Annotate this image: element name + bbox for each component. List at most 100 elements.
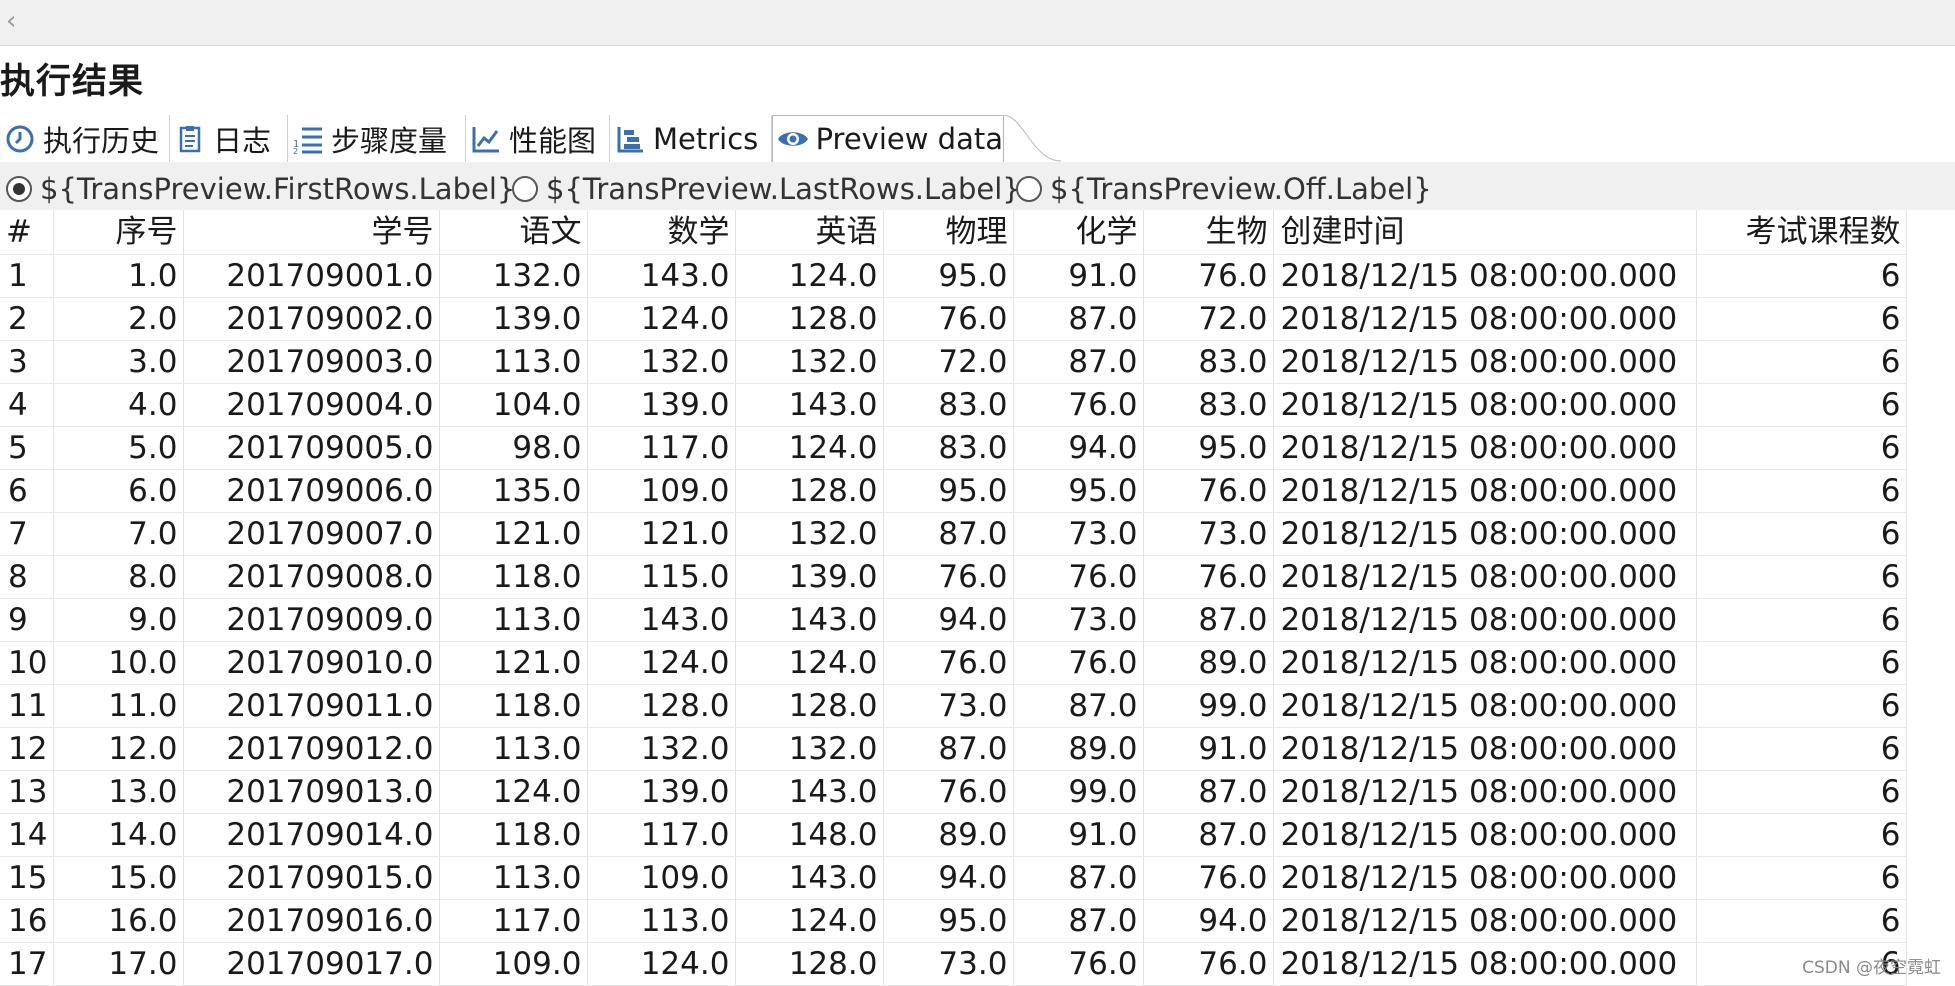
table-cell[interactable]: 3.0 [53,340,185,384]
table-cell[interactable]: 201709011.0 [183,684,441,728]
table-cell[interactable]: 2018/12/15 08:00:00.000 [1273,512,1698,556]
table-cell[interactable]: 132.0 [735,512,885,556]
tab-step-metrics[interactable]: 12 步骤度量 [288,115,466,162]
table-cell[interactable]: 5 [0,426,55,470]
table-cell[interactable]: 99.0 [1143,684,1275,728]
table-cell[interactable]: 6 [1696,770,1908,814]
table-cell[interactable]: 6 [1696,383,1908,427]
table-cell[interactable]: 2018/12/15 08:00:00.000 [1273,770,1698,814]
table-cell[interactable]: 89.0 [1143,641,1275,685]
table-cell[interactable]: 2018/12/15 08:00:00.000 [1273,942,1698,986]
table-cell[interactable]: 124.0 [587,297,737,341]
table-cell[interactable]: 109.0 [439,942,589,986]
table-cell[interactable]: 76.0 [1013,555,1145,599]
table-cell[interactable]: 76.0 [883,641,1015,685]
table-cell[interactable]: 14 [0,813,55,857]
table-cell[interactable]: 132.0 [587,340,737,384]
radio-icon[interactable] [6,176,32,202]
table-cell[interactable]: 1.0 [53,254,185,298]
table-cell[interactable]: 124.0 [735,254,885,298]
table-cell[interactable]: 201709005.0 [183,426,441,470]
table-cell[interactable]: 2018/12/15 08:00:00.000 [1273,598,1698,642]
table-cell[interactable]: 201709002.0 [183,297,441,341]
table-cell[interactable]: 76.0 [1143,254,1275,298]
table-cell[interactable]: 94.0 [883,856,1015,900]
table-cell[interactable]: 4.0 [53,383,185,427]
table-cell[interactable]: 118.0 [439,684,589,728]
table-cell[interactable]: 128.0 [735,469,885,513]
table-cell[interactable]: 9 [0,598,55,642]
table-cell[interactable]: 2018/12/15 08:00:00.000 [1273,555,1698,599]
table-cell[interactable]: 6 [1696,297,1908,341]
table-row[interactable]: 16 16.0 201709016.0 117.0 113.0 124.0 95.0 87.0… [0,899,1908,943]
table-cell[interactable]: 201709013.0 [183,770,441,814]
table-cell[interactable]: 2018/12/15 08:00:00.000 [1273,254,1698,298]
table-cell[interactable]: 87.0 [883,512,1015,556]
column-header[interactable]: 学号 [183,210,441,255]
table-cell[interactable]: 2018/12/15 08:00:00.000 [1273,684,1698,728]
table-cell[interactable]: 76.0 [883,297,1015,341]
table-cell[interactable]: 143.0 [735,770,885,814]
table-cell[interactable]: 6 [1696,512,1908,556]
table-cell[interactable]: 10 [0,641,55,685]
table-cell[interactable]: 98.0 [439,426,589,470]
table-cell[interactable]: 113.0 [439,340,589,384]
table-cell[interactable]: 113.0 [439,727,589,771]
table-cell[interactable]: 128.0 [735,297,885,341]
table-cell[interactable]: 124.0 [735,426,885,470]
table-cell[interactable]: 9.0 [53,598,185,642]
table-cell[interactable]: 94.0 [1143,899,1275,943]
table-cell[interactable]: 89.0 [1013,727,1145,771]
table-cell[interactable]: 76.0 [883,770,1015,814]
table-cell[interactable]: 113.0 [587,899,737,943]
table-cell[interactable]: 8 [0,555,55,599]
table-row[interactable]: 1 1.0 201709001.0 132.0 143.0 124.0 95.0 91.0 76… [0,254,1908,298]
table-cell[interactable]: 16 [0,899,55,943]
table-cell[interactable]: 2018/12/15 08:00:00.000 [1273,340,1698,384]
table-cell[interactable]: 109.0 [587,856,737,900]
table-cell[interactable]: 2018/12/15 08:00:00.000 [1273,813,1698,857]
table-cell[interactable]: 201709015.0 [183,856,441,900]
table-cell[interactable]: 2018/12/15 08:00:00.000 [1273,727,1698,771]
table-cell[interactable]: 117.0 [587,813,737,857]
table-row[interactable]: 15 15.0 201709015.0 113.0 109.0 143.0 94.0 87.0… [0,856,1908,900]
table-cell[interactable]: 121.0 [439,512,589,556]
table-cell[interactable]: 91.0 [1013,813,1145,857]
table-cell[interactable]: 87.0 [1143,813,1275,857]
table-cell[interactable]: 135.0 [439,469,589,513]
table-row[interactable]: 14 14.0 201709014.0 118.0 117.0 148.0 89.0 91.0… [0,813,1908,857]
table-cell[interactable]: 87.0 [1013,684,1145,728]
table-cell[interactable]: 124.0 [439,770,589,814]
table-cell[interactable]: 76.0 [1143,856,1275,900]
table-cell[interactable]: 118.0 [439,813,589,857]
table-cell[interactable]: 121.0 [439,641,589,685]
table-cell[interactable]: 11 [0,684,55,728]
table-cell[interactable]: 87.0 [883,727,1015,771]
table-cell[interactable]: 83.0 [883,383,1015,427]
table-cell[interactable]: 95.0 [883,899,1015,943]
table-cell[interactable]: 6 [1696,340,1908,384]
tab-execution-history[interactable]: 执行历史 [0,115,170,162]
table-cell[interactable]: 89.0 [883,813,1015,857]
table-cell[interactable]: 72.0 [883,340,1015,384]
table-cell[interactable]: 201709006.0 [183,469,441,513]
table-cell[interactable]: 128.0 [587,684,737,728]
table-cell[interactable]: 6 [1696,899,1908,943]
table-row[interactable]: 11 11.0 201709011.0 118.0 128.0 128.0 73.0 87.0… [0,684,1908,728]
table-cell[interactable]: 4 [0,383,55,427]
table-cell[interactable]: 76.0 [1143,555,1275,599]
column-header[interactable]: 创建时间 [1273,210,1698,255]
table-cell[interactable]: 11.0 [53,684,185,728]
column-header[interactable]: 数学 [587,210,737,255]
table-row[interactable]: 13 13.0 201709013.0 124.0 139.0 143.0 76.0 99.0… [0,770,1908,814]
table-cell[interactable]: 83.0 [883,426,1015,470]
table-cell[interactable]: 201709003.0 [183,340,441,384]
table-cell[interactable]: 143.0 [735,856,885,900]
table-cell[interactable]: 121.0 [587,512,737,556]
table-cell[interactable]: 14.0 [53,813,185,857]
table-cell[interactable]: 94.0 [1013,426,1145,470]
table-cell[interactable]: 10.0 [53,641,185,685]
table-cell[interactable]: 6 [1696,856,1908,900]
table-row[interactable]: 7 7.0 201709007.0 121.0 121.0 132.0 87.0 73.0 73… [0,512,1908,556]
option-last-rows[interactable]: ${TransPreview.LastRows.Label} [512,172,1021,206]
